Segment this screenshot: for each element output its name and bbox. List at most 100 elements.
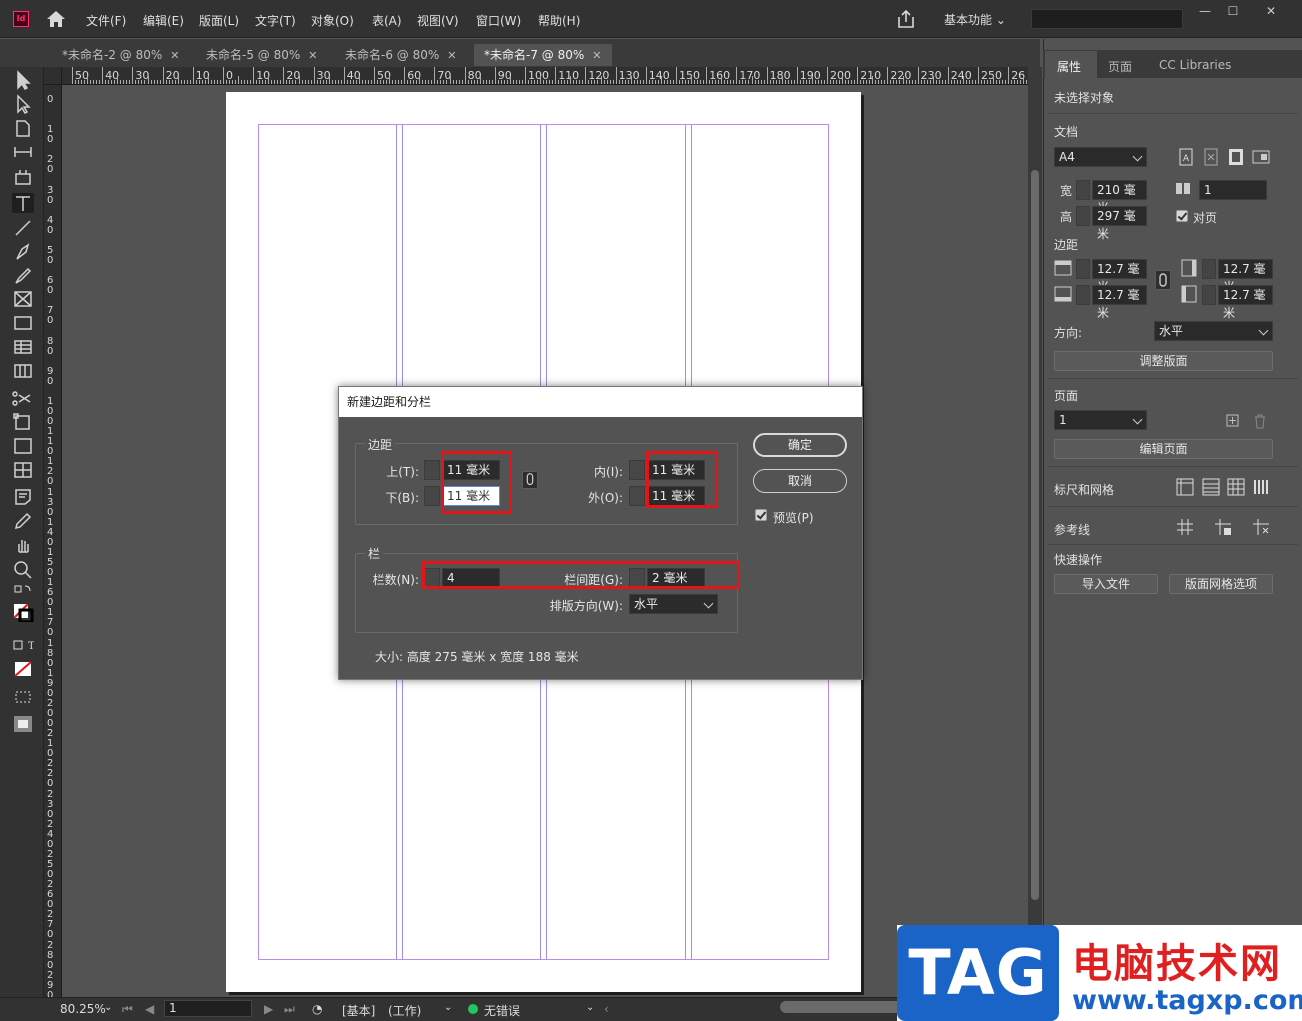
cancel-button[interactable]: 取消 [753, 469, 847, 493]
horizontal-ruler[interactable]: 50 40 30 20 10 0 10 20 30 40 50 60 70 80 90 100 110 120 13… [62, 67, 1028, 85]
line-tool-icon[interactable] [12, 217, 34, 237]
close-tab-icon[interactable]: ✕ [308, 49, 317, 62]
link-margins-icon[interactable] [522, 471, 538, 489]
orientation-select[interactable]: 水平 [1154, 321, 1273, 341]
page-tool-icon[interactable] [12, 118, 34, 138]
document-tab[interactable]: *未命名-2 @ 80% ✕ [52, 44, 190, 66]
margin-bottom-field[interactable]: 12.7 毫米 [1092, 285, 1147, 320]
top-margin-stepper[interactable] [424, 460, 440, 480]
close-tab-icon[interactable]: ✕ [447, 49, 456, 62]
direct-selection-tool-icon[interactable] [12, 94, 34, 114]
zoom-tool-icon[interactable] [12, 559, 34, 579]
menu-file[interactable]: 文件(F) [86, 12, 126, 29]
next-page-icon[interactable]: ▶ [264, 1002, 273, 1016]
margin-inside-stepper[interactable] [1202, 259, 1216, 279]
gradient-feather-tool-icon[interactable] [12, 460, 34, 480]
tab-cc-libraries[interactable]: CC Libraries [1159, 58, 1231, 72]
lock-guides-icon[interactable] [1214, 518, 1232, 536]
smart-guides-icon[interactable] [1252, 518, 1270, 536]
view-mode-icon[interactable] [12, 688, 34, 708]
gradient-swatch-tool-icon[interactable] [12, 436, 34, 456]
document-tab[interactable]: 未命名-6 @ 80% ✕ [335, 44, 467, 66]
maximize-button[interactable]: ☐ [1218, 4, 1248, 20]
close-tab-icon[interactable]: ✕ [592, 49, 601, 62]
facing-pages-checkbox[interactable] [1176, 210, 1188, 222]
document-grid-icon[interactable] [1227, 478, 1245, 496]
width-stepper[interactable] [1076, 180, 1090, 200]
selection-tool-icon[interactable] [12, 70, 34, 90]
layout-grid-icon[interactable] [1252, 478, 1270, 496]
outside-margin-stepper[interactable] [629, 486, 645, 506]
close-tab-icon[interactable]: ✕ [170, 49, 179, 62]
search-input[interactable] [1031, 9, 1183, 29]
free-transform-tool-icon[interactable] [12, 412, 34, 432]
margin-outside-field[interactable]: 12.7 毫米 [1218, 285, 1273, 320]
fill-stroke-swatch-icon[interactable] [12, 602, 34, 624]
margin-inside-field[interactable]: 12.7 毫米 [1218, 259, 1273, 294]
preflight-status[interactable]: 无错误 [484, 1002, 520, 1019]
first-page-icon[interactable]: ⏮ [122, 1002, 133, 1017]
import-file-button[interactable]: 导入文件 [1054, 574, 1158, 594]
table-tool-icon[interactable] [12, 337, 34, 357]
default-fill-stroke-icon[interactable] [12, 583, 34, 603]
landscape-orientation-icon[interactable] [1252, 148, 1270, 166]
hand-tool-icon[interactable] [12, 535, 34, 555]
show-guides-icon[interactable] [1176, 518, 1194, 536]
menu-layout[interactable]: 版面(L) [199, 12, 239, 29]
preflight-dropdown-icon[interactable]: ⌄ [586, 1002, 594, 1013]
page-number-field[interactable]: 1 [164, 1000, 252, 1017]
page-options-icon[interactable]: ◔ [312, 1002, 322, 1016]
portrait-orientation-icon[interactable] [1227, 148, 1245, 166]
menu-object[interactable]: 对象(O) [311, 12, 354, 29]
margin-top-field[interactable]: 12.7 毫米 [1092, 259, 1147, 294]
landscape-type-icon[interactable] [1202, 148, 1220, 166]
menu-edit[interactable]: 编辑(E) [143, 12, 184, 29]
direction-select[interactable]: 水平 [629, 594, 718, 614]
share-icon[interactable] [896, 9, 916, 29]
height-stepper[interactable] [1076, 206, 1090, 226]
content-collector-icon[interactable] [12, 166, 34, 186]
grid-tool-icon[interactable] [12, 361, 34, 381]
note-tool-icon[interactable] [12, 487, 34, 507]
workspace-switcher[interactable]: 基本功能 ⌄ [944, 11, 1006, 28]
margin-bottom-stepper[interactable] [1076, 285, 1090, 305]
bottom-margin-stepper[interactable] [424, 486, 440, 506]
vertical-scroll-thumb[interactable] [1031, 170, 1039, 900]
gap-tool-icon[interactable] [12, 142, 34, 162]
margin-top-stepper[interactable] [1076, 259, 1090, 279]
minimize-button[interactable]: — [1190, 4, 1220, 20]
working-mode[interactable]: (工作) [388, 1002, 421, 1019]
pencil-tool-icon[interactable] [12, 265, 34, 285]
vertical-ruler[interactable]: 0 10 20 30 40 50 60 70 80 90 100 110 120 130 140 150 160… [44, 85, 62, 997]
edit-page-button[interactable]: 编辑页面 [1054, 439, 1273, 459]
rectangle-frame-tool-icon[interactable] [12, 289, 34, 309]
close-button[interactable]: ✕ [1256, 4, 1286, 20]
scissors-tool-icon[interactable] [12, 388, 34, 408]
scroll-left-icon[interactable]: ‹ [604, 1002, 609, 1016]
new-page-icon[interactable] [1224, 412, 1242, 430]
link-margins-icon[interactable] [1155, 270, 1171, 290]
zoom-dropdown-icon[interactable]: ⌄ [104, 1002, 112, 1013]
menu-help[interactable]: 帮助(H) [538, 12, 580, 29]
menu-table[interactable]: 表(A) [372, 12, 402, 29]
adjust-layout-button[interactable]: 调整版面 [1054, 351, 1273, 371]
tab-properties[interactable]: 属性 [1057, 58, 1081, 75]
delete-page-icon[interactable] [1251, 412, 1269, 430]
layout-grid-options-button[interactable]: 版面网格选项 [1169, 574, 1273, 594]
portrait-type-icon[interactable]: A [1177, 148, 1195, 166]
inside-margin-stepper[interactable] [629, 460, 645, 480]
pages-count-field[interactable]: 1 [1199, 180, 1267, 200]
pen-tool-icon[interactable] [12, 241, 34, 261]
menu-window[interactable]: 窗口(W) [476, 12, 521, 29]
menu-type[interactable]: 文字(T) [255, 12, 296, 29]
screen-mode-icon[interactable] [12, 714, 34, 734]
prev-page-icon[interactable]: ◀ [145, 1002, 154, 1016]
document-tab[interactable]: *未命名-7 @ 80% ✕ [474, 44, 612, 66]
type-tool-icon[interactable] [12, 193, 34, 213]
ruler-origin[interactable] [44, 67, 62, 85]
zoom-level[interactable]: 80.25% [60, 1002, 106, 1016]
ruler-icon[interactable] [1176, 478, 1194, 496]
preview-checkbox[interactable] [755, 509, 767, 521]
apply-none-icon[interactable] [12, 660, 34, 680]
last-page-icon[interactable]: ⏭ [284, 1002, 295, 1017]
